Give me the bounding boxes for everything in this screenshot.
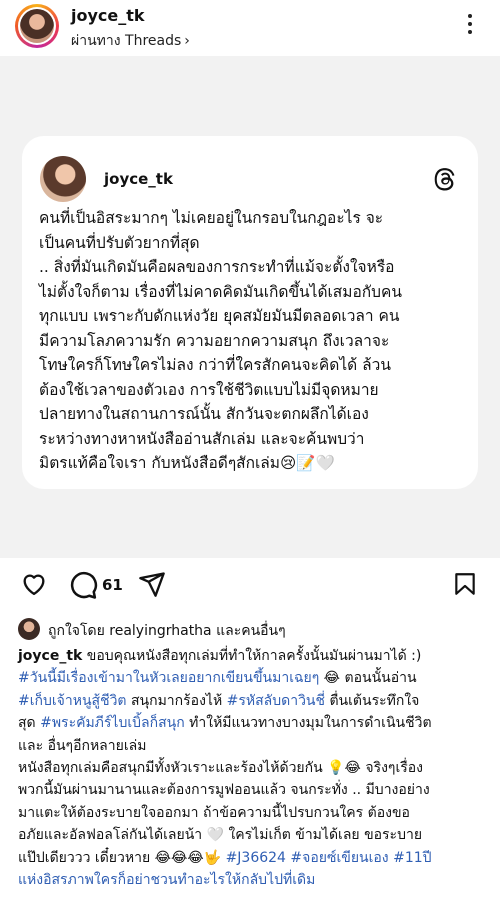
caption-text: ทำให้มีแนวทางบางมุมในการดำเนินชีวิต และ …: [18, 715, 432, 866]
caption-username[interactable]: joyce_tk: [18, 648, 82, 664]
liked-by-prefix: ถูกใจโดย: [48, 623, 105, 639]
caption-text: ขอบคุณหนังสือทุกเล่มที่ทำให้กาลครั้งนั้น…: [86, 648, 422, 664]
liked-by-user[interactable]: realyingrhatha: [109, 623, 211, 639]
hashtag-link[interactable]: #วันนี้มีเรื่องเข้ามาในหัวเลยอยากเขียนขึ…: [18, 670, 319, 686]
avatar-border: [18, 7, 56, 45]
story-avatar[interactable]: [15, 4, 59, 48]
post-caption: joyce_tk ขอบคุณหนังสือทุกเล่มที่ทำให้กาล…: [18, 645, 486, 891]
via-threads-link[interactable]: ผ่านทาง Threads ›: [71, 30, 190, 52]
hashtag-link[interactable]: #รหัสลับดาวินชี่: [227, 693, 325, 709]
chevron-right-icon: ›: [184, 33, 190, 49]
liked-by-suffix: และคนอื่นๆ: [216, 623, 286, 639]
threads-logo-icon: [434, 168, 455, 191]
liked-by-text: ถูกใจโดย realyingrhatha และคนอื่นๆ: [48, 620, 286, 642]
hashtag-link[interactable]: #จอยซ์เขียนเอง: [290, 850, 388, 866]
comment-count[interactable]: 61: [102, 576, 123, 594]
post-header: joyce_tk ผ่านทาง Threads ›: [0, 0, 500, 56]
bookmark-icon[interactable]: [452, 570, 478, 598]
caption-text: สนุกมากร้องไห้: [126, 692, 227, 709]
kebab-dot: [468, 22, 472, 26]
avatar-photo: [20, 9, 54, 43]
card-avatar: [40, 156, 86, 202]
caption-text: 😂 ตอนนั้นอ่าน: [323, 670, 417, 687]
action-bar: 61: [0, 570, 500, 604]
hashtag-link[interactable]: #พระคัมภีร์ไบเบิ้ลก็สนุก: [40, 715, 185, 731]
post-media[interactable]: joyce_tk คนที่เป็นอิสระมากๆ ไม่เคยอยู่ใน…: [0, 56, 500, 558]
kebab-dot: [468, 14, 472, 18]
kebab-dot: [468, 30, 472, 34]
hashtag-link[interactable]: #J36624: [226, 850, 286, 866]
card-post-text: คนที่เป็นอิสระมากๆ ไม่เคยอยู่ในกรอบในกฎอ…: [39, 209, 402, 472]
threads-card: joyce_tk คนที่เป็นอิสระมากๆ ไม่เคยอยู่ใน…: [22, 136, 478, 489]
header-username[interactable]: joyce_tk: [71, 6, 145, 25]
via-prefix: ผ่านทาง: [71, 33, 121, 49]
heart-outline-icon[interactable]: [20, 570, 48, 598]
more-options-icon[interactable]: [466, 14, 474, 38]
hashtag-link[interactable]: #เก็บเจ้าหนูสู้ชีวิต: [18, 693, 127, 709]
card-username: joyce_tk: [104, 170, 173, 188]
via-app: Threads: [125, 33, 182, 49]
send-icon[interactable]: [138, 570, 166, 598]
liker-avatar: [18, 618, 40, 640]
comment-icon[interactable]: [68, 570, 98, 600]
